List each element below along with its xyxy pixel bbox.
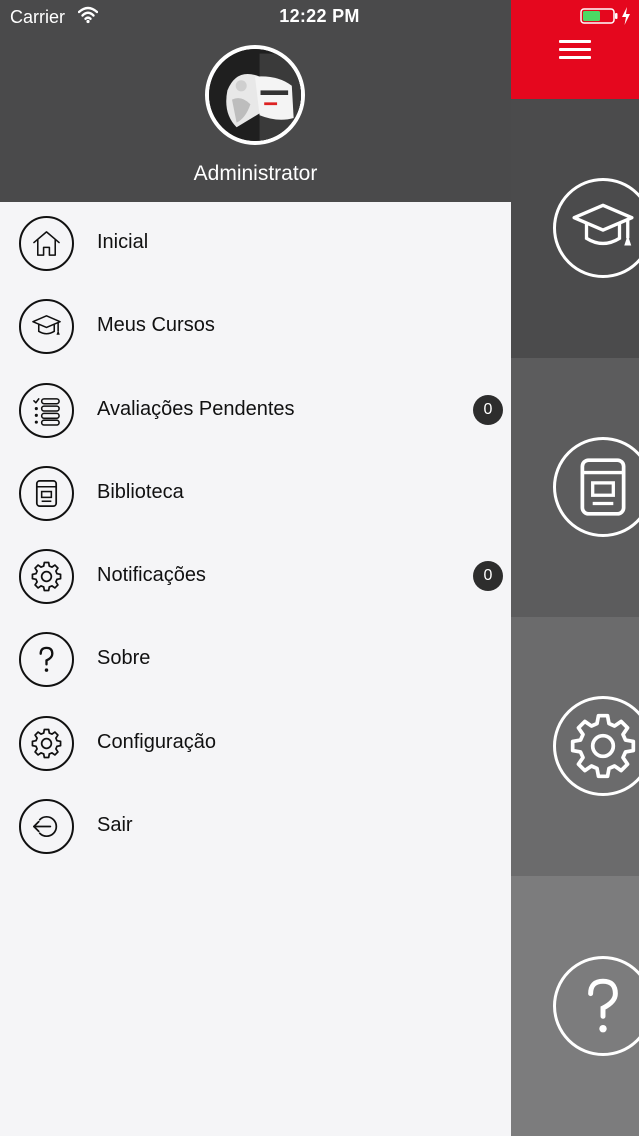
gear-icon bbox=[553, 696, 639, 796]
robot-avatar-image bbox=[209, 49, 301, 141]
menu-item-meus-cursos[interactable]: Meus Cursos bbox=[0, 285, 511, 368]
checklist-icon bbox=[19, 382, 74, 438]
avatar[interactable] bbox=[205, 45, 305, 145]
pending-count-badge: 0 bbox=[473, 394, 503, 425]
book-icon bbox=[553, 437, 639, 537]
menu-item-label: Configuração bbox=[97, 730, 216, 753]
menu-item-notificacoes[interactable]: Notificações 0 bbox=[0, 535, 511, 618]
hamburger-icon bbox=[559, 35, 591, 64]
gear-icon bbox=[19, 549, 74, 605]
battery-icon bbox=[580, 8, 618, 24]
navigation-drawer: Administrator Inicial Meus Cursos Avalia… bbox=[0, 0, 511, 1136]
menu-list: Inicial Meus Cursos Avaliações Pendentes… bbox=[0, 202, 511, 868]
graduation-cap-icon bbox=[553, 178, 639, 278]
menu-item-sobre[interactable]: Sobre bbox=[0, 618, 511, 701]
menu-item-label: Biblioteca bbox=[97, 480, 184, 503]
menu-item-configuracao[interactable]: Configuração bbox=[0, 702, 511, 785]
menu-item-label: Avaliações Pendentes bbox=[97, 397, 295, 420]
menu-item-label: Meus Cursos bbox=[97, 314, 215, 337]
charging-icon bbox=[622, 7, 630, 25]
tile-settings[interactable] bbox=[511, 617, 639, 876]
graduation-cap-icon bbox=[19, 299, 74, 355]
gear-icon bbox=[19, 715, 74, 771]
tile-library[interactable] bbox=[511, 358, 639, 617]
home-icon bbox=[19, 216, 74, 271]
clock: 12:22 PM bbox=[279, 6, 360, 26]
menu-item-label: Sobre bbox=[97, 647, 151, 670]
user-name: Administrator bbox=[193, 162, 318, 185]
menu-item-sair[interactable]: Sair bbox=[0, 785, 511, 868]
tile-about[interactable] bbox=[511, 876, 639, 1136]
status-bar: Carrier 12:22 PM bbox=[0, 0, 639, 34]
menu-item-label: Notificações bbox=[97, 564, 206, 587]
menu-item-label: Inicial bbox=[97, 231, 149, 253]
notifications-count-badge: 0 bbox=[473, 561, 503, 592]
question-icon bbox=[19, 632, 74, 688]
menu-item-biblioteca[interactable]: Biblioteca bbox=[0, 452, 511, 535]
logout-icon bbox=[19, 799, 74, 855]
menu-item-label: Sair bbox=[97, 814, 133, 837]
menu-item-inicial[interactable]: Inicial bbox=[0, 202, 511, 285]
book-icon bbox=[19, 465, 74, 521]
main-content-behind-drawer bbox=[511, 0, 639, 1136]
tile-courses[interactable] bbox=[511, 100, 639, 358]
question-icon bbox=[553, 956, 639, 1056]
menu-item-avaliacoes-pendentes[interactable]: Avaliações Pendentes 0 bbox=[0, 369, 511, 452]
